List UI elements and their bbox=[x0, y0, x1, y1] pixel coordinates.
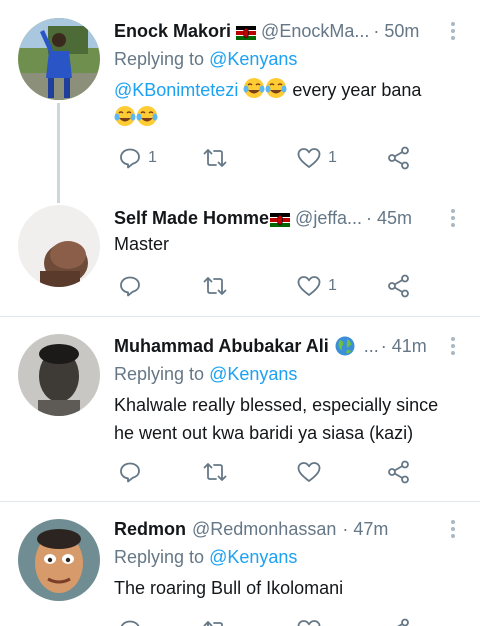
author-handle[interactable]: @jeffa... bbox=[295, 208, 362, 229]
replying-to: Replying to @Kenyans bbox=[114, 547, 297, 568]
retweet-button[interactable] bbox=[202, 144, 234, 172]
tweet-text: The roaring Bull of Ikolomani bbox=[114, 574, 462, 602]
tweet-text: @KBonimtetezi every year bana bbox=[114, 76, 462, 132]
tweet-text-content: every year bana bbox=[292, 80, 422, 100]
thread-line bbox=[57, 103, 60, 203]
like-count: 1 bbox=[328, 149, 337, 166]
retweet-button[interactable] bbox=[202, 458, 234, 486]
avatar[interactable] bbox=[18, 519, 100, 601]
reply-icon bbox=[120, 620, 140, 626]
reply-button[interactable] bbox=[118, 458, 148, 486]
tweet-redmon[interactable]: Redmon @Redmonhassan · 47m Replying to @… bbox=[0, 502, 480, 626]
tweet-text-line: Khalwale really blessed, especially sinc… bbox=[114, 395, 439, 415]
replying-prefix: Replying to bbox=[114, 49, 210, 69]
retweet-icon bbox=[203, 463, 227, 481]
share-icon bbox=[388, 274, 409, 298]
tweet-actions: 1 1 bbox=[114, 144, 424, 172]
tweet-header: Muhammad Abubakar Ali ... · 41m bbox=[114, 333, 460, 359]
retweet-button[interactable] bbox=[202, 616, 228, 626]
tweet-actions: 1 bbox=[114, 272, 424, 300]
tweet-text-line: he went out kwa baridi ya siasa (kazi) bbox=[114, 423, 414, 443]
retweet-icon bbox=[203, 149, 227, 167]
tweet-text: Master bbox=[114, 230, 462, 258]
retweet-button[interactable] bbox=[202, 272, 234, 300]
tweet-actions bbox=[114, 616, 424, 626]
like-button[interactable]: 1 bbox=[296, 272, 337, 300]
globe-icon bbox=[335, 336, 355, 356]
more-vertical-icon[interactable] bbox=[446, 333, 460, 359]
replying-to-mention[interactable]: @Kenyans bbox=[209, 547, 297, 567]
author-name[interactable]: Self Made Homme bbox=[114, 208, 269, 229]
reply-button[interactable] bbox=[118, 272, 148, 300]
author-handle[interactable]: @EnockMa... bbox=[261, 21, 369, 42]
tweet-text: Khalwale really blessed, especially sinc… bbox=[114, 391, 462, 447]
replying-to-mention[interactable]: @Kenyans bbox=[209, 49, 297, 69]
tweet-text-content: Master bbox=[114, 234, 170, 254]
like-button[interactable] bbox=[296, 458, 328, 486]
reply-count: 1 bbox=[148, 149, 157, 166]
tweet-header: Enock Makori @EnockMa... · 50m bbox=[114, 18, 460, 44]
reply-button[interactable]: 1 bbox=[118, 144, 157, 172]
avatar[interactable] bbox=[18, 205, 100, 287]
share-button[interactable] bbox=[386, 458, 412, 486]
share-icon bbox=[397, 618, 409, 626]
tears-of-joy-emoji bbox=[243, 77, 265, 99]
like-icon bbox=[297, 620, 321, 626]
share-button[interactable] bbox=[386, 272, 412, 300]
tears-of-joy-emoji bbox=[265, 77, 287, 99]
reply-button[interactable] bbox=[118, 616, 142, 626]
kenya-flag-icon bbox=[236, 24, 257, 40]
tears-of-joy-emoji bbox=[114, 105, 136, 127]
avatar[interactable] bbox=[18, 334, 100, 416]
author-name[interactable]: Muhammad Abubakar Ali bbox=[114, 336, 329, 357]
mention-link[interactable]: @KBonimtetezi bbox=[114, 80, 238, 100]
tweet-enock-makori[interactable]: Enock Makori @EnockMa... · 50m Replying … bbox=[0, 0, 480, 205]
replying-prefix: Replying to bbox=[114, 364, 210, 384]
reply-icon bbox=[120, 148, 140, 169]
like-count: 1 bbox=[328, 277, 337, 294]
like-button[interactable]: 1 bbox=[296, 144, 337, 172]
reply-icon bbox=[120, 276, 140, 297]
author-handle[interactable]: ... bbox=[364, 336, 379, 357]
replying-to: Replying to @Kenyans bbox=[114, 364, 297, 385]
share-icon bbox=[388, 460, 409, 484]
tweet-text-content: The roaring Bull of Ikolomani bbox=[114, 578, 344, 598]
timestamp[interactable]: · 41m bbox=[381, 336, 427, 357]
like-icon bbox=[297, 462, 321, 482]
share-button[interactable] bbox=[386, 144, 412, 172]
share-button[interactable] bbox=[386, 616, 412, 626]
author-name[interactable]: Enock Makori bbox=[114, 21, 231, 42]
author-handle[interactable]: @Redmonhassan bbox=[192, 519, 336, 540]
retweet-icon bbox=[203, 621, 223, 626]
tweet-self-made-homme[interactable]: Self Made Homme @jeffa... · 45m Master 1 bbox=[0, 205, 480, 315]
timestamp[interactable]: · 47m bbox=[342, 519, 388, 540]
like-button[interactable] bbox=[296, 616, 322, 626]
tweet-header: Self Made Homme @jeffa... · 45m bbox=[114, 205, 460, 231]
tweet-muhammad-abubakar-ali[interactable]: Muhammad Abubakar Ali ... · 41m Replying… bbox=[0, 317, 480, 500]
kenya-flag-icon bbox=[270, 211, 291, 227]
like-icon bbox=[297, 276, 321, 296]
timestamp[interactable]: · 45m bbox=[366, 208, 412, 229]
more-vertical-icon[interactable] bbox=[446, 18, 460, 44]
more-vertical-icon[interactable] bbox=[446, 205, 460, 231]
replying-to: Replying to @Kenyans bbox=[114, 49, 297, 70]
replying-prefix: Replying to bbox=[114, 547, 210, 567]
more-vertical-icon[interactable] bbox=[446, 516, 460, 542]
avatar[interactable] bbox=[18, 18, 100, 100]
reply-icon bbox=[120, 462, 140, 483]
author-name[interactable]: Redmon bbox=[114, 519, 186, 540]
like-icon bbox=[297, 148, 321, 168]
timestamp[interactable]: · 50m bbox=[373, 21, 419, 42]
replying-to-mention[interactable]: @Kenyans bbox=[209, 364, 297, 384]
tweet-header: Redmon @Redmonhassan · 47m bbox=[114, 516, 460, 542]
tweet-actions bbox=[114, 458, 424, 486]
share-icon bbox=[388, 146, 409, 170]
retweet-icon bbox=[203, 277, 227, 295]
tears-of-joy-emoji bbox=[136, 105, 158, 127]
